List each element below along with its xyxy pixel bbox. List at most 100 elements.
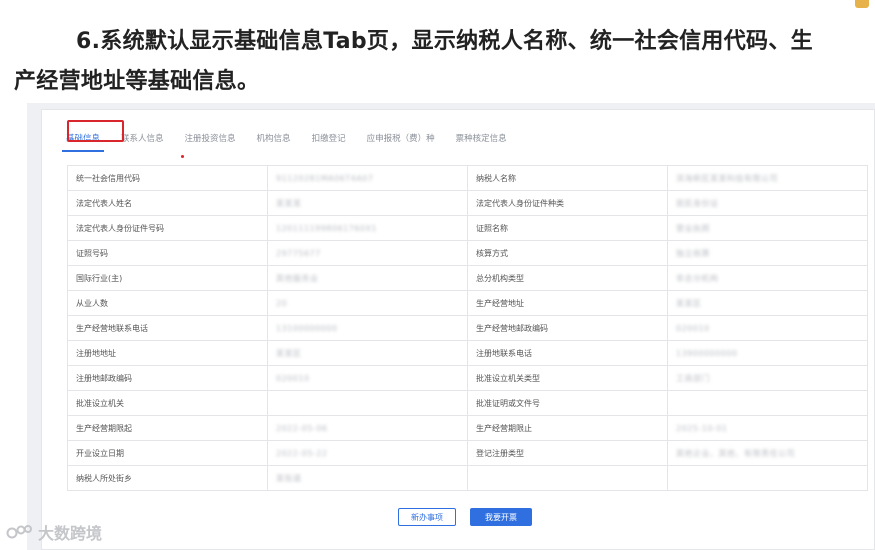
field-label (467, 465, 668, 491)
masked-value: 非总分机构 (676, 273, 719, 283)
table-row: 注册地邮政编码 020010 批准设立机关类型 工商部门 (67, 365, 868, 391)
table-row: 生产经营期限起 2022-05-06 生产经营期限止 2025-10-01 (67, 415, 868, 441)
field-label: 登记注册类型 (467, 440, 668, 466)
masked-value: 020010 (676, 323, 710, 333)
heading-line-2: 产经营地址等基础信息。 (14, 69, 260, 94)
masked-value: 1201111998061760X1 (276, 223, 378, 233)
field-value: 29775677 (267, 240, 468, 266)
masked-value: 其他服务业 (276, 273, 319, 283)
field-label: 证照名称 (467, 215, 668, 241)
field-value: 020010 (667, 315, 868, 341)
field-value: 91120281MA06T4A07 (267, 165, 468, 191)
field-value: 某某某 (267, 190, 468, 216)
field-value: 工商部门 (667, 365, 868, 391)
masked-value: 2022-05-22 (276, 448, 328, 458)
field-value: 营业执照 (667, 215, 868, 241)
tab-organization-info[interactable]: 机构信息 (257, 132, 291, 150)
tab-invoice-type-approval[interactable]: 票种核定信息 (456, 132, 507, 150)
field-label: 国际行业(主) (67, 265, 268, 291)
table-row: 从业人数 20 生产经营地址 某某区 (67, 290, 868, 316)
field-value: 1201111998061760X1 (267, 215, 468, 241)
table-row: 注册地地址 某某区 注册地联系电话 13900000000 (67, 340, 868, 366)
table-row: 国际行业(主) 其他服务业 总分机构类型 非总分机构 (67, 265, 868, 291)
table-row: 证照号码 29775677 核算方式 独立核算 (67, 240, 868, 266)
field-label: 纳税人所处街乡 (67, 465, 268, 491)
issue-invoice-button[interactable]: 我要开票 (470, 508, 532, 526)
field-value: 居民身份证 (667, 190, 868, 216)
page: 6.系统默认显示基础信息Tab页，显示纳税人名称、统一社会信用代码、生 产经营地… (0, 0, 875, 550)
field-label: 统一社会信用代码 (67, 165, 268, 191)
masked-value: 居民身份证 (676, 198, 719, 208)
field-value: 20 (267, 290, 468, 316)
table-row: 开业设立日期 2022-05-22 登记注册类型 其他企业、其他、有限责任公司 (67, 440, 868, 466)
field-value: 其他企业、其他、有限责任公司 (667, 440, 868, 466)
field-value: 独立核算 (667, 240, 868, 266)
tab-contact-info[interactable]: 联系人信息 (121, 132, 164, 150)
action-buttons: 新办事项 我要开票 (398, 508, 532, 526)
field-label: 从业人数 (67, 290, 268, 316)
table-row: 法定代表人身份证件号码 1201111998061760X1 证照名称 营业执照 (67, 215, 868, 241)
field-label: 生产经营地址 (467, 290, 668, 316)
masked-value: 2025-10-01 (676, 423, 728, 433)
field-value: 020010 (267, 365, 468, 391)
field-label: 注册地地址 (67, 340, 268, 366)
field-label: 注册地邮政编码 (67, 365, 268, 391)
field-value: 滨海新区某某科技有限公司 (667, 165, 868, 191)
masked-value: 某街道 (276, 473, 302, 483)
tab-withholding-registration[interactable]: 扣缴登记 (312, 132, 346, 150)
field-value: 2025-10-01 (667, 415, 868, 441)
masked-value: 20 (276, 298, 288, 308)
field-label: 法定代表人身份证件号码 (67, 215, 268, 241)
masked-value: 91120281MA06T4A07 (276, 173, 374, 183)
field-value: 2022-05-22 (267, 440, 468, 466)
field-label: 批准设立机关 (67, 390, 268, 416)
field-label: 核算方式 (467, 240, 668, 266)
tab-taxes-to-declare[interactable]: 应申报税（费）种 (367, 132, 435, 150)
field-label: 法定代表人身份证件种类 (467, 190, 668, 216)
info-card: 基础信息 联系人信息 注册投资信息 机构信息 扣缴登记 应申报税（费）种 票种核… (41, 109, 875, 550)
masked-value: 某某区 (676, 298, 702, 308)
field-value: 其他服务业 (267, 265, 468, 291)
masked-value: 某某某 (276, 198, 302, 208)
masked-value: 某某区 (276, 348, 302, 358)
watermark-logo-icon (6, 525, 32, 539)
masked-value: 2022-05-06 (276, 423, 328, 433)
table-row: 法定代表人姓名 某某某 法定代表人身份证件种类 居民身份证 (67, 190, 868, 216)
basic-info-table: 统一社会信用代码 91120281MA06T4A07 纳税人名称 滨海新区某某科技有限… (67, 165, 868, 491)
field-label: 注册地联系电话 (467, 340, 668, 366)
new-matter-button[interactable]: 新办事项 (398, 508, 456, 526)
field-label: 总分机构类型 (467, 265, 668, 291)
field-label: 证照号码 (67, 240, 268, 266)
watermark: 大数跨境 (6, 520, 102, 544)
field-value: 某某区 (667, 290, 868, 316)
red-marker (181, 155, 184, 158)
table-row: 批准设立机关 批准证明或文件号 (67, 390, 868, 416)
field-value: 13900000000 (667, 340, 868, 366)
field-value: 某某区 (267, 340, 468, 366)
field-label: 法定代表人姓名 (67, 190, 268, 216)
corner-badge (855, 0, 869, 8)
heading-line-1: 6.系统默认显示基础信息Tab页，显示纳税人名称、统一社会信用代码、生 (76, 29, 813, 54)
field-label: 生产经营地邮政编码 (467, 315, 668, 341)
field-label: 批准证明或文件号 (467, 390, 668, 416)
masked-value: 营业执照 (676, 223, 710, 233)
masked-value: 独立核算 (676, 248, 710, 258)
masked-value: 29775677 (276, 248, 321, 258)
field-value: 非总分机构 (667, 265, 868, 291)
table-row: 生产经营地联系电话 13100000000 生产经营地邮政编码 020010 (67, 315, 868, 341)
tab-registration-investment[interactable]: 注册投资信息 (185, 132, 236, 150)
table-row: 统一社会信用代码 91120281MA06T4A07 纳税人名称 滨海新区某某科技有限… (67, 165, 868, 191)
field-value: 13100000000 (267, 315, 468, 341)
tab-bar: 基础信息 联系人信息 注册投资信息 机构信息 扣缴登记 应申报税（费）种 票种核… (61, 124, 528, 152)
field-label: 生产经营期限起 (67, 415, 268, 441)
highlight-box (67, 120, 124, 142)
screenshot-area: 基础信息 联系人信息 注册投资信息 机构信息 扣缴登记 应申报税（费）种 票种核… (27, 103, 875, 550)
field-label: 生产经营期限止 (467, 415, 668, 441)
table-row: 纳税人所处街乡 某街道 (67, 465, 868, 491)
field-label: 生产经营地联系电话 (67, 315, 268, 341)
field-label: 开业设立日期 (67, 440, 268, 466)
instruction-heading: 6.系统默认显示基础信息Tab页，显示纳税人名称、统一社会信用代码、生 产经营地… (14, 22, 864, 102)
field-value: 某街道 (267, 465, 468, 491)
field-value (667, 390, 868, 416)
field-label: 批准设立机关类型 (467, 365, 668, 391)
